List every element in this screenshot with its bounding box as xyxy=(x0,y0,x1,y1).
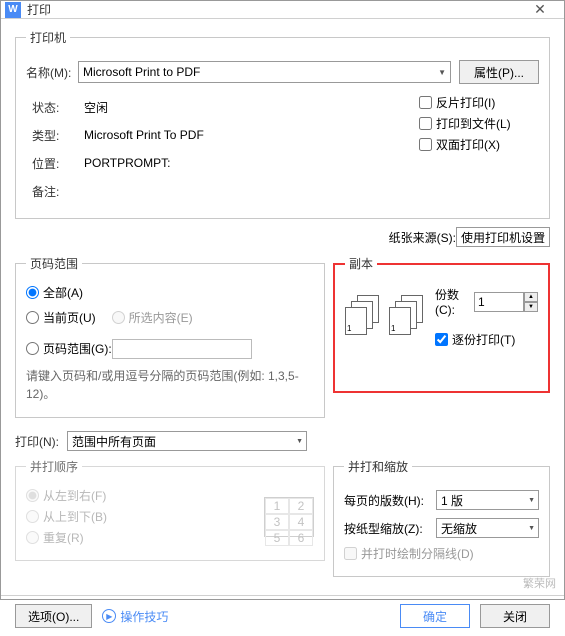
copies-legend: 副本 xyxy=(345,255,377,272)
name-label: 名称(M): xyxy=(26,64,78,81)
per-sheet-select[interactable]: 1 版 xyxy=(436,490,539,510)
scale-select[interactable]: 无缩放 xyxy=(436,518,539,538)
comment-label: 备注: xyxy=(32,183,84,200)
printer-group: 打印机 名称(M): Microsoft Print to PDF 属性(P).… xyxy=(15,29,550,219)
cancel-button[interactable]: 关闭 xyxy=(480,604,550,628)
range-hint: 请键入页码和/或用逗号分隔的页码范围(例如: 1,3,5-12)。 xyxy=(26,367,314,403)
collate-diagram: 3 2 1 3 2 1 xyxy=(345,295,427,337)
content-area: 打印机 名称(M): Microsoft Print to PDF 属性(P).… xyxy=(1,19,564,595)
paper-source-label: 纸张来源(S): xyxy=(389,229,456,246)
copies-spinner[interactable]: ▲▼ xyxy=(474,292,538,312)
status-value: 空闲 xyxy=(84,99,108,116)
status-label: 状态: xyxy=(32,99,84,116)
ok-button[interactable]: 确定 xyxy=(400,604,470,628)
scale-label: 按纸型缩放(Z): xyxy=(344,520,436,537)
type-value: Microsoft Print To PDF xyxy=(84,128,204,142)
collate-checkbox[interactable]: 逐份打印(T) xyxy=(435,331,538,348)
copies-input[interactable] xyxy=(474,292,524,312)
spin-down-icon[interactable]: ▼ xyxy=(524,302,538,312)
app-icon: W xyxy=(5,2,21,18)
copies-count-label: 份数(C): xyxy=(435,286,468,317)
order-repeat-radio: 重复(R) xyxy=(26,529,264,546)
range-pages-radio[interactable]: 页码范围(G): xyxy=(26,340,112,357)
print-what-select[interactable]: 范围中所有页面 xyxy=(67,431,307,451)
paper-source-row: 纸张来源(S): 使用打印机设置 xyxy=(15,227,550,247)
print-to-file-checkbox[interactable]: 打印到文件(L) xyxy=(419,115,539,132)
per-sheet-label: 每页的版数(H): xyxy=(344,492,436,509)
zoom-legend: 并打和缩放 xyxy=(344,458,412,475)
print-what-label: 打印(N): xyxy=(15,433,67,450)
tips-link[interactable]: ▶ 操作技巧 xyxy=(102,608,168,625)
type-label: 类型: xyxy=(32,127,84,144)
where-value: PORTPROMPT: xyxy=(84,156,170,170)
reverse-print-checkbox[interactable]: 反片打印(I) xyxy=(419,94,539,111)
close-icon[interactable]: ✕ xyxy=(520,1,560,18)
order-lr-radio: 从左到右(F) xyxy=(26,487,264,504)
options-button[interactable]: 选项(O)... xyxy=(15,604,92,628)
properties-button[interactable]: 属性(P)... xyxy=(459,60,539,84)
copies-group: 副本 3 2 1 3 2 1 xyxy=(333,255,550,393)
window-title: 打印 xyxy=(27,1,520,18)
zoom-group: 并打和缩放 每页的版数(H): 1 版 按纸型缩放(Z): 无缩放 并打时绘制分… xyxy=(333,458,550,577)
order-diagram: 123456 xyxy=(264,497,314,537)
order-tb-radio: 从上到下(B) xyxy=(26,508,264,525)
duplex-checkbox[interactable]: 双面打印(X) xyxy=(419,136,539,153)
page-range-legend: 页码范围 xyxy=(26,255,82,272)
paper-source-select[interactable]: 使用打印机设置 xyxy=(456,227,550,247)
page-range-group: 页码范围 全部(A) 当前页(U) 所选内容(E) 页码范围(G): 请键入页码… xyxy=(15,255,325,418)
printer-legend: 打印机 xyxy=(26,29,70,46)
watermark: 繁荣网 xyxy=(523,575,556,591)
draw-lines-checkbox: 并打时绘制分隔线(D) xyxy=(344,545,539,562)
bottom-bar: 选项(O)... ▶ 操作技巧 确定 关闭 xyxy=(1,595,564,636)
spin-up-icon[interactable]: ▲ xyxy=(524,292,538,302)
where-label: 位置: xyxy=(32,155,84,172)
play-icon: ▶ xyxy=(102,609,116,623)
range-all-radio[interactable]: 全部(A) xyxy=(26,284,314,301)
print-order-legend: 并打顺序 xyxy=(26,458,82,475)
print-dialog: W 打印 ✕ 打印机 名称(M): Microsoft Print to PDF… xyxy=(0,0,565,600)
range-selection-radio: 所选内容(E) xyxy=(112,309,193,326)
print-order-group: 并打顺序 从左到右(F) 从上到下(B) 重复(R) 123456 xyxy=(15,458,325,561)
printer-name-select[interactable]: Microsoft Print to PDF xyxy=(78,61,451,83)
range-pages-input[interactable] xyxy=(112,339,252,359)
titlebar: W 打印 ✕ xyxy=(1,1,564,19)
range-current-radio[interactable]: 当前页(U) xyxy=(26,309,96,326)
